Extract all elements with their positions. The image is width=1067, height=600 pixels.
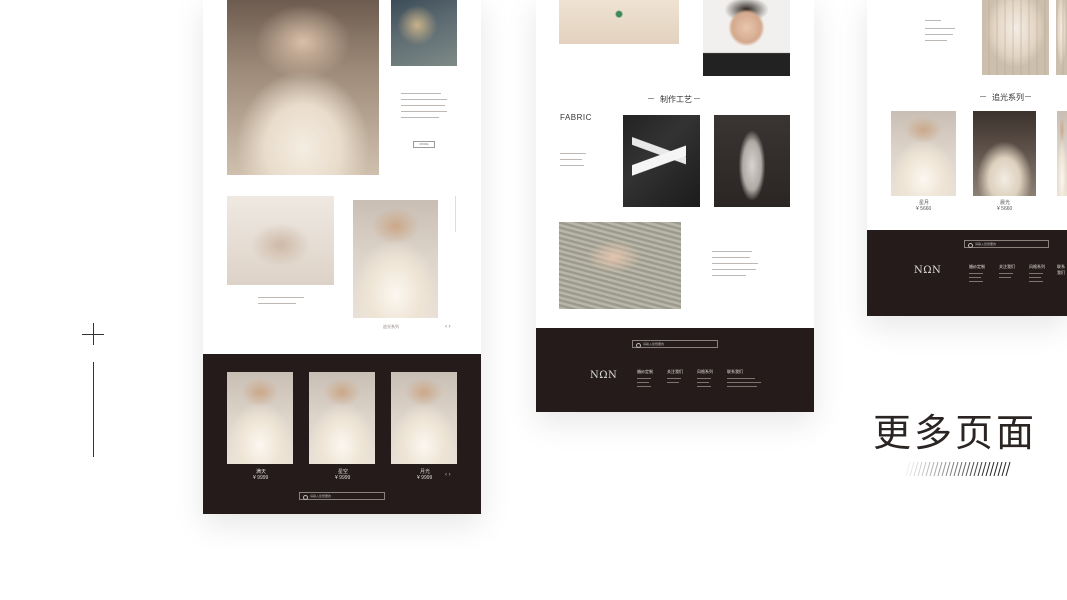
vertical-text-line (455, 196, 456, 232)
title-dash-right (1025, 96, 1031, 97)
product-name-1: 满天 (256, 469, 267, 475)
search-icon (968, 243, 973, 248)
product-photo-3[interactable] (391, 372, 457, 464)
product-photo-1[interactable] (227, 372, 293, 464)
vertical-divider (93, 362, 94, 457)
footer-col-series[interactable]: 风格系列 (697, 369, 713, 387)
more-button[interactable]: MORE (413, 141, 435, 148)
product-carousel-arrows[interactable]: ‹ › (445, 472, 451, 478)
site-footer: 请输入您想要的 NΩN 婚纱定制 关注我们 风格系列 联系我们 (867, 230, 1067, 316)
title-dash-right (694, 98, 700, 99)
page-preview-2: 制作工艺 FABRIC 请输入您想要的 NΩN 婚纱定制 关注我们 风格系列 联… (536, 0, 814, 412)
brand-logo[interactable]: NΩN (914, 265, 941, 276)
footer-col-series[interactable]: 风格系列 (1029, 264, 1045, 282)
section-title: 制作工艺 (660, 95, 692, 104)
footer-col-custom[interactable]: 婚纱定制 (637, 369, 653, 387)
page-preview-1: MORE 追光系列 ‹ › 满天 ¥ 9999 星空 ¥ 9999 月光 ¥ 9… (203, 0, 481, 514)
footer-col-contact[interactable]: 联系我们 (1057, 264, 1067, 277)
footer-col-contact[interactable]: 联系我们 (727, 369, 761, 387)
product-price-3: ¥ 9999 (417, 475, 433, 481)
product-name-2: 晨光 (1000, 200, 1011, 206)
product-price-1: ¥ 9999 (253, 475, 269, 481)
search-icon (303, 495, 308, 500)
brand-logo[interactable]: NΩN (590, 370, 617, 381)
gown-caption: 追光系列 (383, 324, 399, 329)
product-name-2: 星空 (338, 469, 349, 475)
shirt-detail-photo (559, 0, 679, 44)
product-name-1: 星月 (919, 200, 930, 206)
plus-decoration-icon-vertical (93, 323, 94, 345)
offshoulder-gown-photo (353, 200, 438, 318)
product-name-3: 月光 (420, 469, 431, 475)
gown-sketch-photo (714, 115, 790, 207)
product-price-2: ¥ 5660 (997, 206, 1013, 212)
product-photo-3[interactable] (1057, 111, 1067, 196)
hero-bride-photo (227, 0, 379, 175)
footer-col-follow[interactable]: 关注我们 (667, 369, 683, 383)
product-photo-1[interactable] (891, 111, 956, 196)
product-footer-dark: 满天 ¥ 9999 星空 ¥ 9999 月光 ¥ 9999 ‹ › 请输入您想要… (203, 354, 481, 514)
product-photo-2[interactable] (973, 111, 1036, 196)
pattern-cutting-photo (623, 115, 700, 207)
section-title: 追光系列 (992, 93, 1024, 102)
title-dash-left (980, 96, 986, 97)
product-price-1: ¥ 5660 (916, 206, 932, 212)
page-preview-3: 追光系列 星月 ¥ 5660 晨光 ¥ 5660 请输入您想要的 NΩN 婚纱定… (867, 0, 1067, 316)
footer-col-follow[interactable]: 关注我们 (999, 264, 1015, 278)
corset-back-photo (982, 0, 1049, 75)
title-dash-left (648, 98, 654, 99)
carousel-arrows[interactable]: ‹ › (445, 324, 451, 330)
corset-back-photo-2 (1056, 0, 1067, 75)
search-input[interactable]: 请输入您想要的 (632, 340, 718, 348)
search-icon (636, 343, 641, 348)
product-photo-2[interactable] (309, 372, 375, 464)
hatch-decoration-icon (905, 461, 1011, 477)
search-input[interactable]: 请输入您想要的 (299, 492, 385, 500)
lace-sewing-photo (559, 222, 681, 309)
detail-painting-photo (391, 0, 457, 66)
veil-bride-photo (227, 196, 334, 285)
page-heading: 更多页面 (873, 411, 1038, 455)
search-input[interactable]: 请输入您想要的 (964, 240, 1049, 248)
product-price-2: ¥ 9999 (335, 475, 351, 481)
fabric-label: FABRIC (560, 113, 592, 122)
footer-col-custom[interactable]: 婚纱定制 (969, 264, 985, 282)
model-portrait-photo (703, 0, 790, 76)
site-footer: 请输入您想要的 NΩN 婚纱定制 关注我们 风格系列 联系我们 (536, 328, 814, 412)
